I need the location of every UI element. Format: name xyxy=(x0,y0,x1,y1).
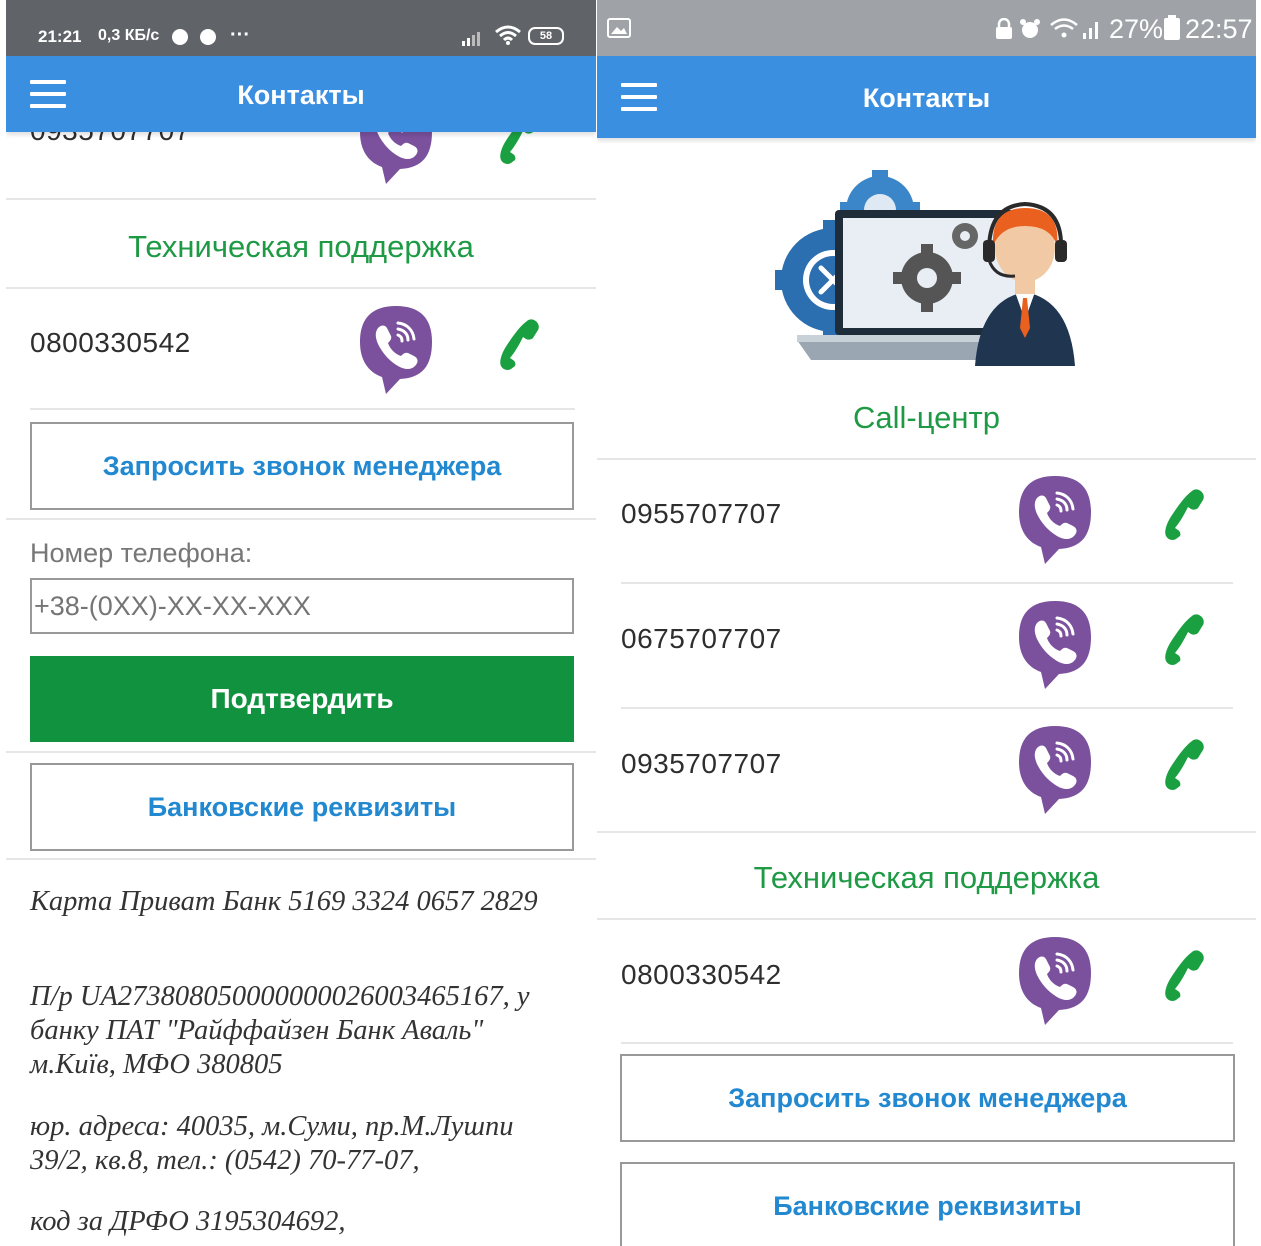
battery-icon xyxy=(1164,15,1180,40)
battery-percent: 27% xyxy=(1109,14,1164,44)
signal-icon xyxy=(462,32,480,46)
battery-icon: 58 xyxy=(528,27,564,45)
divider xyxy=(621,582,1233,584)
phone-number[interactable]: 0955707707 xyxy=(621,498,782,530)
section-title-tech-support: Техническая поддержка xyxy=(128,229,474,264)
viber-icon[interactable] xyxy=(1015,724,1095,816)
request-call-button[interactable]: Запросить звонок менеджера xyxy=(620,1054,1235,1142)
request-call-button[interactable]: Запросить звонок менеджера xyxy=(30,422,574,510)
more-notifications-icon: ··· xyxy=(230,24,250,46)
phone-number[interactable]: 0800330542 xyxy=(30,327,191,359)
viber-icon[interactable] xyxy=(1015,935,1095,1027)
bank-details-button[interactable]: Банковские реквизиты xyxy=(620,1162,1235,1246)
divider xyxy=(6,198,596,200)
phone-number[interactable]: 0675707707 xyxy=(621,623,782,655)
right-phone-screen: 27% 22:57 Контакты Call-центр 0955707707… xyxy=(597,0,1256,1246)
phone-number[interactable]: 0935707707 xyxy=(621,748,782,780)
divider xyxy=(621,707,1233,709)
section-title-call-center: Call-центр xyxy=(853,400,1000,435)
wifi-icon xyxy=(1050,18,1078,38)
divider xyxy=(6,287,596,289)
drfo-code-info: код за ДРФО 3195304692, xyxy=(30,1206,346,1237)
viber-icon[interactable] xyxy=(1015,599,1095,691)
notification-icon xyxy=(172,29,188,45)
alarm-icon xyxy=(1020,19,1040,38)
status-time: 22:57 xyxy=(1185,14,1253,44)
bank-card-info: Карта Приват Банк 5169 3324 0657 2829 xyxy=(30,886,538,917)
call-icon[interactable] xyxy=(1163,613,1207,665)
gallery-icon xyxy=(607,18,631,38)
viber-icon[interactable] xyxy=(356,304,436,396)
divider xyxy=(597,918,1256,920)
call-icon[interactable] xyxy=(1163,738,1207,790)
confirm-button[interactable]: Подтвердить xyxy=(30,656,574,742)
battery-level: 58 xyxy=(539,30,553,42)
app-bar: Контакты xyxy=(6,56,596,132)
divider xyxy=(6,751,596,753)
divider xyxy=(30,408,575,410)
divider xyxy=(6,518,596,520)
left-phone-screen: 21:21 0,3 КБ/с ··· 58 Контакты 093570770… xyxy=(6,0,596,1246)
network-speed: 0,3 КБ/с xyxy=(98,27,160,44)
status-time: 21:21 xyxy=(38,27,82,46)
viber-icon[interactable] xyxy=(1015,474,1095,566)
status-bar: 21:21 0,3 КБ/с ··· 58 xyxy=(6,0,596,56)
call-icon[interactable] xyxy=(498,318,542,370)
notification-icon xyxy=(200,29,216,45)
divider xyxy=(597,458,1256,460)
signal-icon xyxy=(1083,22,1098,39)
lock-icon xyxy=(996,18,1012,39)
divider xyxy=(597,831,1256,833)
phone-input[interactable] xyxy=(30,578,574,634)
page-title: Контакты xyxy=(237,80,365,110)
divider xyxy=(621,1042,1233,1044)
app-bar: Контакты xyxy=(597,56,1256,138)
page-title: Контакты xyxy=(862,83,991,113)
divider xyxy=(6,858,596,860)
phone-field-label: Номер телефона: xyxy=(30,538,253,568)
wifi-icon xyxy=(495,25,521,45)
status-bar: 27% 22:57 xyxy=(597,0,1256,56)
legal-address-info: юр. адреса: 40035, м.Суми, пр.М.Лушпи 39… xyxy=(30,1111,514,1176)
call-icon[interactable] xyxy=(1163,949,1207,1001)
bank-account-info: П/р UA273808050000000026003465167, у бан… xyxy=(30,981,530,1080)
call-center-illustration xyxy=(775,170,1075,366)
call-icon[interactable] xyxy=(1163,488,1207,540)
phone-number[interactable]: 0800330542 xyxy=(621,959,782,991)
bank-details-button[interactable]: Банковские реквизиты xyxy=(30,763,574,851)
section-title-tech-support: Техническая поддержка xyxy=(753,860,1100,895)
